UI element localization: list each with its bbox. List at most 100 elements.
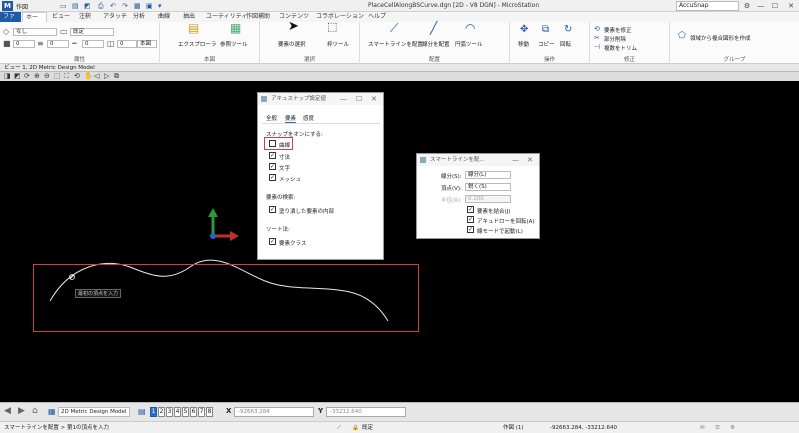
pan-view-icon[interactable]: ✋ <box>84 72 93 81</box>
minimize-icon[interactable]: — <box>512 154 519 166</box>
tab-attach[interactable]: アタッチ <box>100 12 130 22</box>
copy-view-icon[interactable]: ⧉ <box>114 72 119 81</box>
text-checkbox[interactable]: ✓ <box>269 163 276 170</box>
tab-curves[interactable]: 曲線 <box>155 12 173 22</box>
workspace-selector[interactable]: 作図 <box>16 2 28 11</box>
tab-collaboration[interactable]: コラボレーション <box>313 12 367 22</box>
tab-analyze[interactable]: 分析 <box>130 12 148 22</box>
save-icon[interactable]: ◩ <box>84 2 91 10</box>
attribute-icon[interactable]: ▦ <box>134 2 141 10</box>
print-icon[interactable]: ⎙ <box>98 2 104 11</box>
vertex-type-select[interactable]: 鋭く(S) <box>465 183 511 191</box>
y-coordinate-field[interactable]: -33212.640 <box>326 407 406 417</box>
region-icon[interactable]: ⬠ <box>678 32 686 41</box>
copy-button[interactable]: コピー <box>538 40 555 48</box>
view-button-6[interactable]: 6 <box>190 407 197 417</box>
tab-annotate[interactable]: 注釈 <box>76 12 94 22</box>
back-icon[interactable]: ◀ <box>4 406 11 416</box>
close-icon[interactable]: ✕ <box>786 1 796 11</box>
settings-icon[interactable]: ⚙ <box>742 1 752 11</box>
filled-interior-checkbox[interactable]: ✓ <box>269 206 276 213</box>
level-combo[interactable]: なし <box>13 28 57 36</box>
line-mode-checkbox[interactable]: ✓ <box>467 226 474 233</box>
tab-general[interactable]: 全般 <box>266 114 277 122</box>
rotate-accudraw-checkbox[interactable]: ✓ <box>467 216 474 223</box>
rotate-button[interactable]: 回転 <box>560 40 571 48</box>
element-class-checkbox[interactable]: ✓ <box>269 238 276 245</box>
level-icon[interactable]: ▣ <box>146 2 153 10</box>
view-previous-icon[interactable]: ◁ <box>94 72 99 81</box>
open-icon[interactable]: ▤ <box>72 2 79 10</box>
modify-icon[interactable]: ⟲ <box>594 25 600 33</box>
rotate-view-icon[interactable]: ⟲ <box>74 72 80 81</box>
tab-elements[interactable]: 要素 <box>285 114 297 123</box>
explorer-icon[interactable]: ▤ <box>188 22 199 34</box>
partial-delete-icon[interactable]: ✂ <box>594 34 600 42</box>
partial-delete-button[interactable]: 部分削除 <box>604 35 626 43</box>
modify-element-button[interactable]: 要素を修正 <box>604 26 632 34</box>
smartline-icon[interactable]: ⟋ <box>390 22 398 34</box>
style-combo[interactable]: 0 <box>82 40 104 48</box>
home-icon[interactable]: ⌂ <box>32 406 38 416</box>
fence-icon[interactable]: ⬚ <box>327 21 337 32</box>
redo-icon[interactable]: ↷ <box>122 2 128 10</box>
weight-combo[interactable]: 0 <box>47 40 69 48</box>
view-display-icon[interactable]: ◩ <box>14 72 21 81</box>
new-file-icon[interactable]: ▭ <box>60 2 67 10</box>
view-attributes-icon[interactable]: ◨ <box>4 72 11 81</box>
view-button-4[interactable]: 4 <box>174 407 181 417</box>
message-icon[interactable]: ✉ <box>700 422 705 433</box>
fit-view-icon[interactable]: ⛶ <box>64 72 69 81</box>
view-button-1[interactable]: 1 <box>150 407 157 417</box>
forward-icon[interactable]: ▶ <box>18 406 25 416</box>
move-button[interactable]: 移動 <box>518 40 529 48</box>
radius-input[interactable]: 0.100 <box>465 195 511 203</box>
view-button-5[interactable]: 5 <box>182 407 189 417</box>
tab-home[interactable]: ホーム <box>22 12 47 31</box>
curve-checkbox[interactable] <box>269 140 276 147</box>
view-button-3[interactable]: 3 <box>166 407 173 417</box>
view-button-8[interactable]: 8 <box>206 407 213 417</box>
dimension-checkbox[interactable]: ✓ <box>269 152 276 159</box>
close-icon[interactable]: ✕ <box>371 93 377 105</box>
trim-icon[interactable]: ⊣ <box>594 43 600 51</box>
zoom-out-icon[interactable]: ⊖ <box>44 72 50 81</box>
undo-icon[interactable]: ↶ <box>110 2 116 10</box>
quick-access-dropdown-icon[interactable]: ▾ <box>158 2 162 10</box>
tab-sensitivity[interactable]: 感度 <box>303 114 314 122</box>
create-region-button[interactable]: 領域から複合図形を作成 <box>690 34 751 42</box>
zoom-in-icon[interactable]: ⊕ <box>34 72 40 81</box>
line-icon[interactable]: ╱ <box>430 22 437 34</box>
view-button-7[interactable]: 7 <box>198 407 205 417</box>
place-smartline-button[interactable]: スマートラインを配置 <box>368 40 423 48</box>
rotate-icon[interactable]: ↻ <box>564 25 572 35</box>
window-area-icon[interactable]: ⬚ <box>54 72 61 81</box>
place-line-button[interactable]: 線分を配置 <box>422 40 450 48</box>
lock-icon[interactable]: 🔒 <box>352 422 359 433</box>
fence-tool-button[interactable]: 枠ツール <box>327 40 349 48</box>
smartline-dialog-titlebar[interactable]: スマートラインを配... — ✕ <box>417 154 539 166</box>
maximize-icon[interactable]: ☐ <box>770 1 780 11</box>
reference-icon[interactable]: ▦ <box>230 22 241 34</box>
close-icon[interactable]: ✕ <box>527 154 533 166</box>
explorer-button[interactable]: エクスプローラ <box>178 40 216 48</box>
level-display-combo[interactable]: 既定 <box>70 28 114 36</box>
drawing-canvas[interactable]: 最初の頂点を入力 <box>0 81 799 402</box>
mesh-checkbox[interactable]: ✓ <box>269 174 276 181</box>
arc-tools-button[interactable]: 円弧ツール <box>455 40 483 48</box>
accusnap-search[interactable]: AccuSnap <box>676 1 739 11</box>
model-selector[interactable]: 2D Metric Design Model <box>58 407 130 417</box>
trim-multiple-button[interactable]: 複数をトリム <box>604 44 637 52</box>
element-select-button[interactable]: 要素の選択 <box>278 40 306 48</box>
tab-file[interactable]: ファイル <box>0 12 21 30</box>
view-groups-icon[interactable]: ▤ <box>138 407 146 416</box>
tab-help[interactable]: ヘルプ <box>365 12 389 22</box>
join-elements-checkbox[interactable]: ✓ <box>467 206 474 213</box>
template-combo[interactable]: 本図 <box>137 40 157 48</box>
maximize-icon[interactable]: ☐ <box>356 93 362 105</box>
tab-view[interactable]: ビュー <box>49 12 73 22</box>
minimize-icon[interactable]: — <box>756 1 766 11</box>
copy-icon[interactable]: ⧉ <box>542 25 549 35</box>
x-coordinate-field[interactable]: -92663.284 <box>234 407 314 417</box>
minimize-icon[interactable]: — <box>340 93 347 105</box>
